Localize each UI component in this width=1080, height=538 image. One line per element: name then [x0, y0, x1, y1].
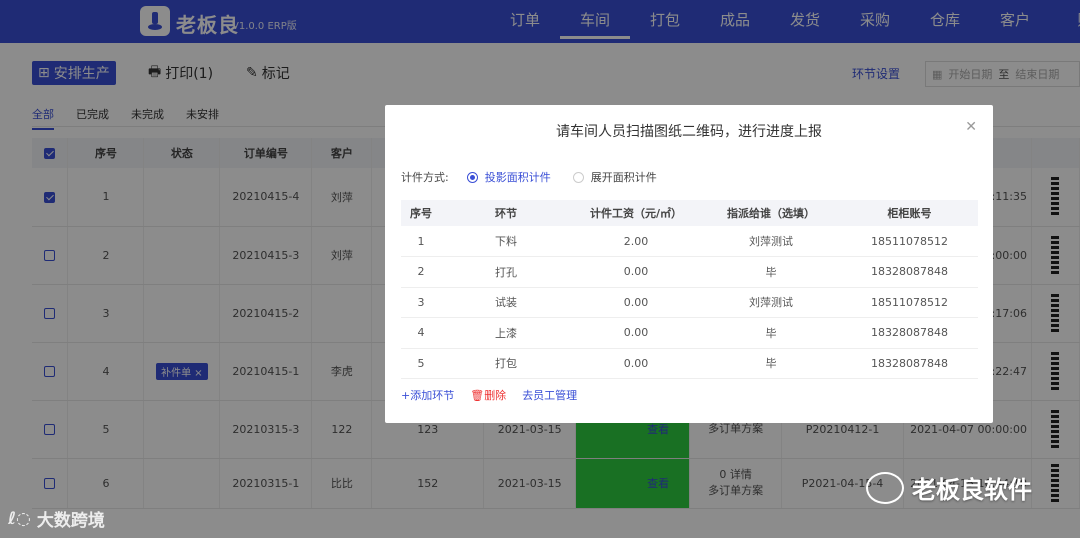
- process-assignee[interactable]: 毕: [701, 317, 841, 349]
- process-assignee[interactable]: 毕: [701, 256, 841, 288]
- process-row: 3 试装 0.00 刘萍测试 18511078512: [401, 287, 978, 318]
- option-unfolded-area[interactable]: 展开面积计件: [572, 169, 657, 185]
- watermark-left: ℓ◌ 大数跨境: [8, 506, 105, 532]
- process-no: 5: [401, 348, 441, 379]
- close-icon[interactable]: ✕: [965, 119, 977, 135]
- proc-col-account: 柜柜账号: [841, 200, 978, 226]
- add-step-button[interactable]: +添加环节: [401, 387, 454, 403]
- process-account: 18511078512: [841, 226, 978, 257]
- radio-projected-area[interactable]: [466, 171, 478, 183]
- proc-col-step: 环节: [441, 200, 571, 226]
- dialog-title: 请车间人员扫描图纸二维码，进行进度上报: [556, 124, 822, 140]
- process-step[interactable]: 上漆: [441, 317, 571, 349]
- watermark-left-text: 大数跨境: [36, 511, 105, 531]
- process-no: 1: [401, 226, 441, 257]
- watermark-right-text: 老板良软件: [912, 476, 1032, 504]
- process-wage[interactable]: 2.00: [571, 226, 701, 257]
- process-account: 18328087848: [841, 348, 978, 379]
- progress-report-dialog: 请车间人员扫描图纸二维码，进行进度上报 ✕ 计件方式: 投影面积计件 展开面积计…: [385, 105, 993, 423]
- process-header-row: 序号 环节 计件工资（元/㎡） 指派给谁（选填） 柜柜账号: [401, 200, 978, 226]
- process-row: 1 下料 2.00 刘萍测试 18511078512: [401, 226, 978, 257]
- process-wage[interactable]: 0.00: [571, 348, 701, 379]
- staff-management-link[interactable]: 去员工管理: [522, 387, 577, 403]
- process-account: 18511078512: [841, 287, 978, 318]
- proc-col-no: 序号: [401, 200, 441, 226]
- brand-logo-icon: ℓ◌: [8, 508, 31, 529]
- dialog-actions: +添加环节 🗑删除 去员工管理: [401, 387, 577, 403]
- process-account: 18328087848: [841, 317, 978, 349]
- wechat-icon: [866, 471, 904, 504]
- process-wage[interactable]: 0.00: [571, 317, 701, 349]
- radio-unfolded-area[interactable]: [572, 171, 584, 183]
- watermark-right: 老板良软件: [866, 470, 1032, 505]
- process-wage[interactable]: 0.00: [571, 287, 701, 318]
- delete-step-button[interactable]: 🗑删除: [470, 387, 506, 403]
- trash-icon: 🗑: [470, 389, 485, 402]
- option-projected-area-label: 投影面积计件: [484, 171, 551, 184]
- process-assignee[interactable]: 刘萍测试: [701, 226, 841, 257]
- process-step[interactable]: 打孔: [441, 256, 571, 288]
- process-no: 4: [401, 317, 441, 349]
- process-assignee[interactable]: 刘萍测试: [701, 287, 841, 318]
- process-step[interactable]: 打包: [441, 348, 571, 379]
- piece-mode-label: 计件方式:: [401, 171, 449, 184]
- process-no: 2: [401, 256, 441, 288]
- process-assignee[interactable]: 毕: [701, 348, 841, 379]
- process-step[interactable]: 试装: [441, 287, 571, 318]
- delete-label: 删除: [484, 389, 507, 402]
- option-unfolded-area-label: 展开面积计件: [590, 171, 657, 184]
- option-projected-area[interactable]: 投影面积计件: [466, 169, 551, 185]
- process-no: 3: [401, 287, 441, 318]
- process-row: 5 打包 0.00 毕 18328087848: [401, 348, 978, 379]
- process-row: 4 上漆 0.00 毕 18328087848: [401, 317, 978, 349]
- process-step[interactable]: 下料: [441, 226, 571, 257]
- process-steps-table: 序号 环节 计件工资（元/㎡） 指派给谁（选填） 柜柜账号 1 下料 2.00 刘萍测…: [401, 200, 978, 379]
- process-account: 18328087848: [841, 256, 978, 288]
- proc-col-wage: 计件工资（元/㎡）: [571, 200, 701, 226]
- piece-mode-row: 计件方式: 投影面积计件 展开面积计件: [401, 169, 657, 185]
- process-row: 2 打孔 0.00 毕 18328087848: [401, 256, 978, 288]
- page: 老板良 V1.0.0 ERP版 订单车间打包成品发货采购仓库客户财 ⊞ 安排生产…: [0, 0, 1080, 538]
- proc-col-assignee: 指派给谁（选填）: [701, 200, 841, 226]
- process-wage[interactable]: 0.00: [571, 256, 701, 288]
